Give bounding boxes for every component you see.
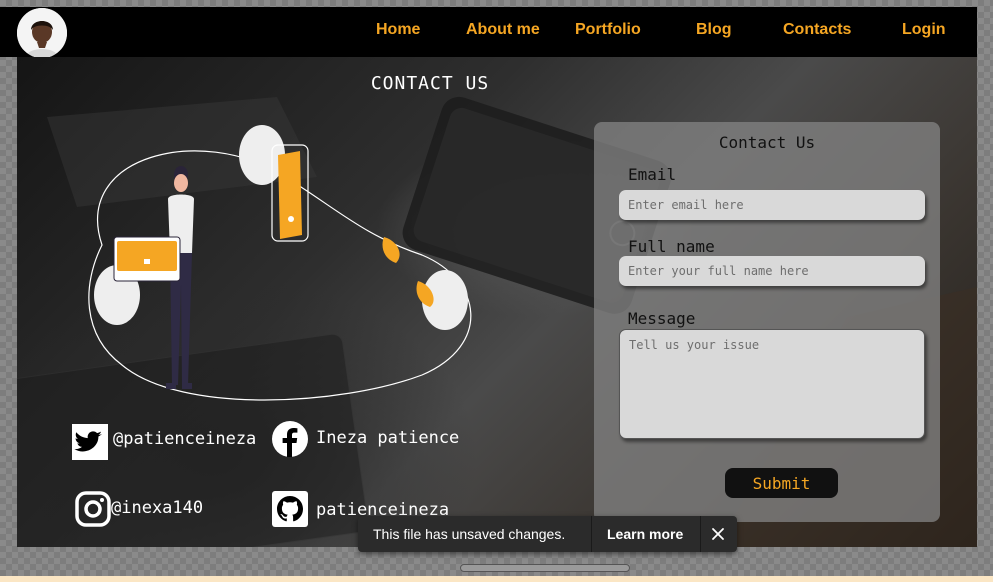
- facebook-icon[interactable]: [272, 421, 308, 457]
- submit-button[interactable]: Submit: [725, 468, 838, 498]
- nav-home[interactable]: Home: [376, 21, 420, 39]
- toast-divider: [700, 516, 701, 552]
- nav-portfolio[interactable]: Portfolio: [575, 21, 641, 39]
- toast-divider: [591, 516, 592, 552]
- top-navbar: Home About me Portfolio Blog Contacts Lo…: [0, 7, 977, 58]
- contact-form: Contact Us Email Full name Message Submi…: [594, 122, 940, 522]
- twitter-icon[interactable]: [72, 424, 108, 460]
- bottom-strip: [0, 576, 993, 582]
- facebook-handle[interactable]: Ineza patience: [316, 428, 459, 448]
- contact-section: CONTACT US Contact Us Email Full name Me…: [17, 57, 977, 547]
- nav-contacts[interactable]: Contacts: [783, 21, 851, 39]
- page-title: CONTACT US: [370, 73, 490, 94]
- email-input[interactable]: [619, 190, 925, 220]
- instagram-icon[interactable]: [75, 491, 111, 527]
- full-name-input[interactable]: [619, 256, 925, 286]
- nav-blog[interactable]: Blog: [696, 21, 732, 39]
- nav-login[interactable]: Login: [902, 21, 946, 39]
- contact-illustration: [88, 125, 472, 401]
- unsaved-changes-toast: This file has unsaved changes. Learn mor…: [358, 516, 737, 552]
- full-name-label: Full name: [628, 237, 715, 256]
- email-label: Email: [628, 165, 677, 184]
- twitter-handle[interactable]: @patienceineza: [113, 429, 256, 449]
- horizontal-scrollbar[interactable]: [460, 564, 630, 572]
- instagram-handle[interactable]: @inexa140: [111, 498, 203, 518]
- message-label: Message: [628, 309, 696, 328]
- github-icon[interactable]: [272, 491, 308, 527]
- message-textarea[interactable]: [619, 329, 925, 439]
- form-title: Contact Us: [718, 133, 816, 152]
- close-icon[interactable]: [710, 526, 726, 542]
- learn-more-link[interactable]: Learn more: [607, 526, 683, 542]
- toast-message: This file has unsaved changes.: [373, 526, 566, 542]
- nav-about-me[interactable]: About me: [466, 21, 540, 39]
- avatar[interactable]: [17, 8, 67, 58]
